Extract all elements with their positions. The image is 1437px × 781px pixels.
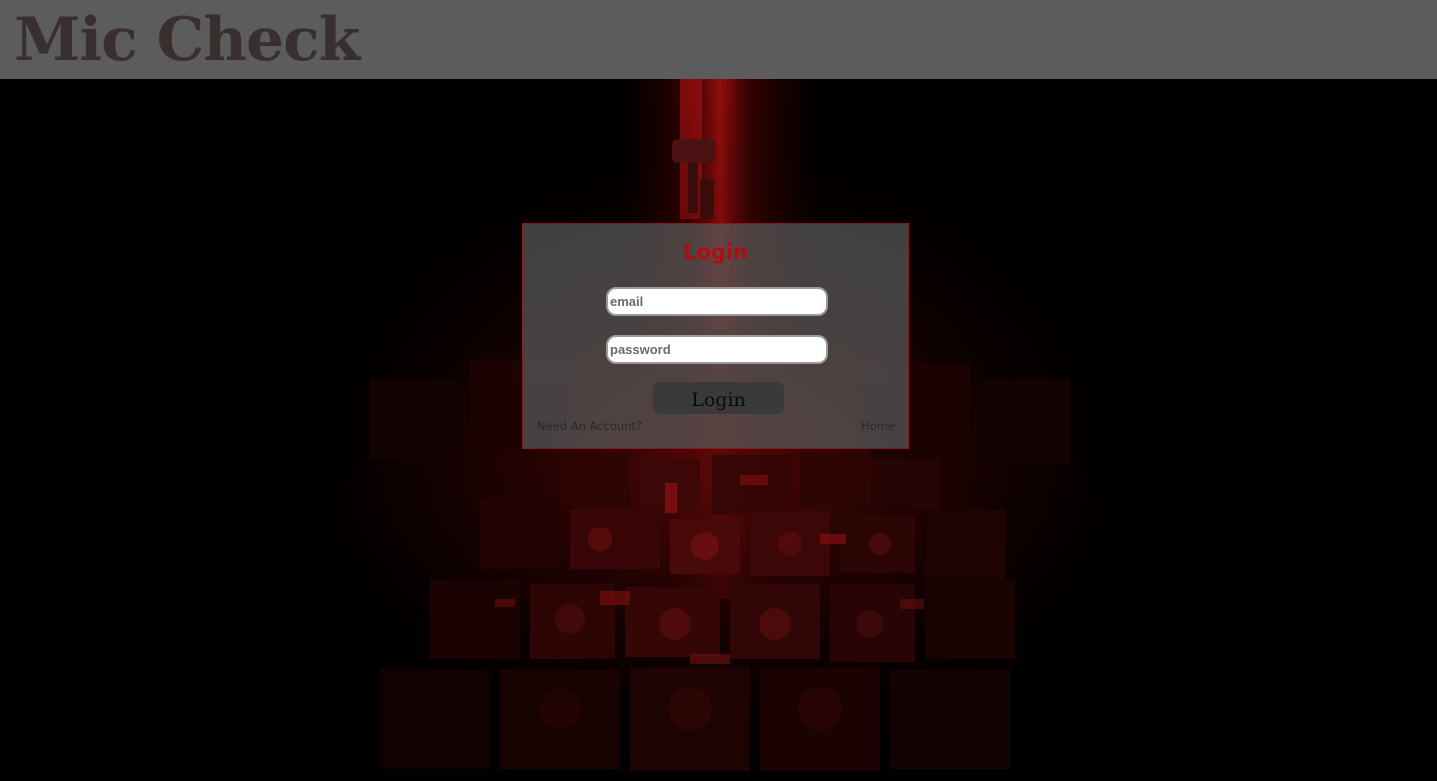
email-field[interactable] bbox=[606, 287, 828, 316]
site-title[interactable]: Mic Check bbox=[14, 0, 360, 80]
home-link[interactable]: Home bbox=[861, 419, 895, 433]
login-heading: Login bbox=[683, 240, 748, 264]
need-account-link[interactable]: Need An Account? bbox=[537, 419, 642, 433]
login-button[interactable]: Login bbox=[653, 382, 784, 414]
password-field[interactable] bbox=[606, 335, 828, 364]
login-form: Login Login Need An Account? Home bbox=[522, 223, 909, 449]
login-page: Mic Check Login Login Need An Account? H… bbox=[0, 0, 1437, 781]
site-header: Mic Check bbox=[0, 0, 1437, 79]
